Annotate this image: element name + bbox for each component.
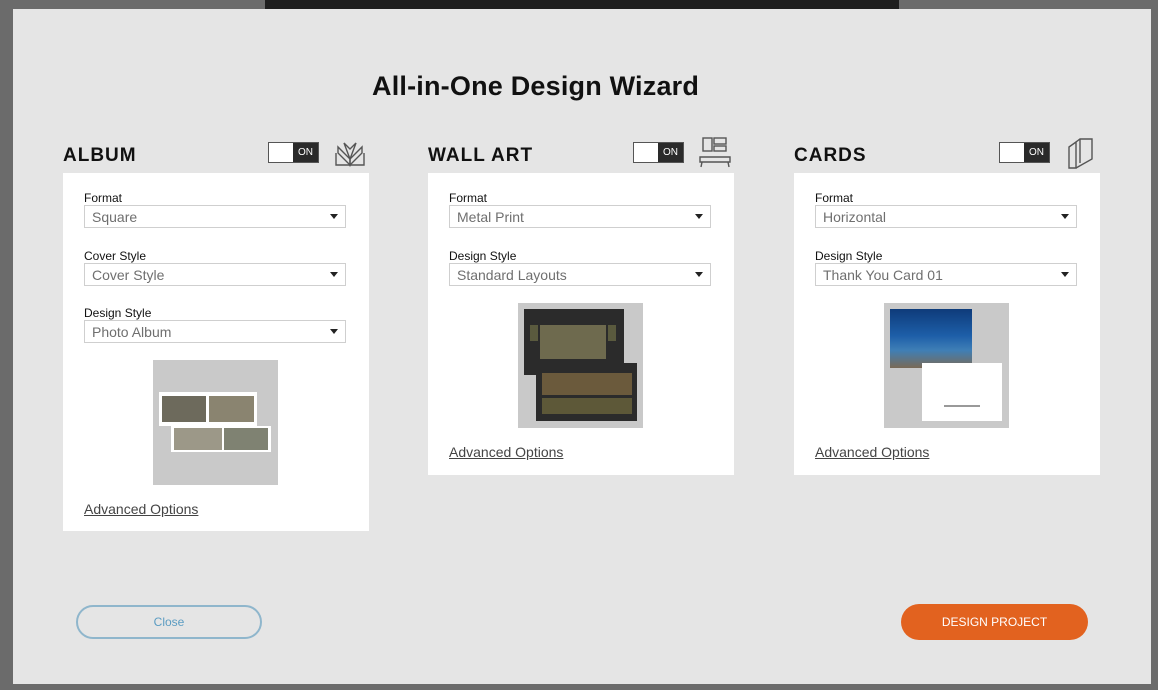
wall-art-design-value: Standard Layouts [457,267,567,283]
cards-format-value: Horizontal [823,209,887,225]
wall-art-format-label: Format [449,191,488,205]
wall-art-advanced-options-link[interactable]: Advanced Options [449,444,563,460]
album-format-value: Square [92,209,138,225]
cards-advanced-options-link[interactable]: Advanced Options [815,444,929,460]
cards-design-select[interactable]: Thank You Card 01 [815,263,1077,286]
wall-art-panel: Format Metal Print Design Style Standard… [428,173,734,475]
album-design-label: Design Style [84,306,152,320]
cards-panel: Format Horizontal Design Style Thank You… [794,173,1100,475]
top-window-strip [265,0,899,9]
wall-art-preview-image [518,303,643,428]
wall-art-format-value: Metal Print [457,209,524,225]
album-design-value: Photo Album [92,324,172,340]
cards-heading: CARDS [794,145,867,166]
toggle-on-label: ON [658,143,683,162]
cards-stack-icon [1066,137,1100,169]
wall-art-toggle[interactable]: ON [633,142,684,163]
chevron-down-icon [695,272,703,277]
wall-art-format-select[interactable]: Metal Print [449,205,711,228]
album-cover-value: Cover Style [92,267,165,283]
chevron-down-icon [330,214,338,219]
cards-design-label: Design Style [815,249,883,263]
cards-format-select[interactable]: Horizontal [815,205,1077,228]
album-cover-select[interactable]: Cover Style [84,263,346,286]
album-heading: ALBUM [63,145,137,166]
design-wizard-dialog: All-in-One Design Wizard ALBUM ON Format… [13,9,1151,684]
chevron-down-icon [1061,214,1069,219]
album-panel: Format Square Cover Style Cover Style De… [63,173,369,531]
album-format-label: Format [84,191,123,205]
album-preview-image [153,360,278,485]
toggle-knob [634,143,659,162]
album-advanced-options-link[interactable]: Advanced Options [84,501,198,517]
design-project-button[interactable]: DESIGN PROJECT [901,604,1088,640]
toggle-on-label: ON [1024,143,1049,162]
open-book-icon [333,139,367,171]
toggle-knob [1000,143,1025,162]
chevron-down-icon [330,329,338,334]
cards-design-value: Thank You Card 01 [823,267,943,283]
album-format-select[interactable]: Square [84,205,346,228]
toggle-knob [269,143,294,162]
cards-format-label: Format [815,191,854,205]
wall-art-furniture-icon [698,136,732,168]
toggle-on-label: ON [293,143,318,162]
cards-preview-image [884,303,1009,428]
album-toggle[interactable]: ON [268,142,319,163]
album-cover-label: Cover Style [84,249,147,263]
cards-toggle[interactable]: ON [999,142,1050,163]
wall-art-design-label: Design Style [449,249,517,263]
dialog-title: All-in-One Design Wizard [372,71,700,101]
chevron-down-icon [695,214,703,219]
close-button[interactable]: Close [76,605,262,639]
wall-art-design-select[interactable]: Standard Layouts [449,263,711,286]
chevron-down-icon [330,272,338,277]
wall-art-heading: WALL ART [428,145,534,166]
album-design-select[interactable]: Photo Album [84,320,346,343]
chevron-down-icon [1061,272,1069,277]
